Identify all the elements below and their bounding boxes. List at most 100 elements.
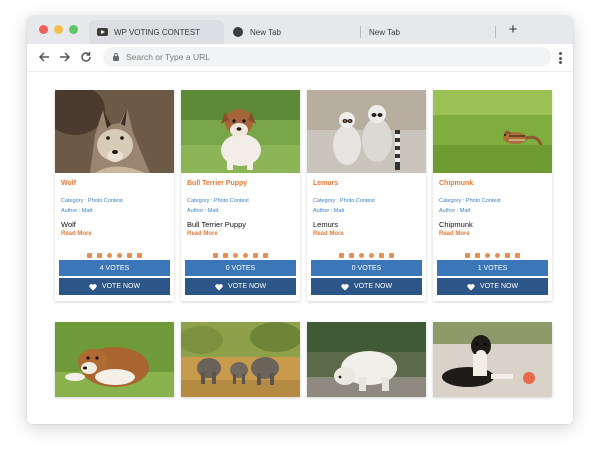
menu-dot	[558, 61, 562, 64]
heart-icon	[215, 283, 223, 291]
pinterest-icon[interactable]	[359, 252, 364, 258]
contest-entry-chipmunk: Chipmunk Category : Photo Contest Author…	[433, 90, 552, 301]
entry-photo-chipmunk[interactable]	[433, 90, 552, 173]
heart-icon	[89, 283, 97, 291]
reddit-icon[interactable]	[495, 252, 500, 258]
entry-photo-border-collie[interactable]	[433, 322, 552, 397]
entry-category[interactable]: Category : Photo Contest	[313, 196, 420, 206]
entry-title[interactable]: Chipmunk	[439, 180, 546, 187]
share-icons	[439, 251, 546, 259]
vote-now-button[interactable]: VOTE NOW	[311, 278, 422, 295]
tab-divider	[495, 26, 496, 38]
tab-new-tab-2[interactable]: New Tab	[367, 20, 495, 44]
vote-now-button[interactable]: VOTE NOW	[437, 278, 548, 295]
maximize-window-button[interactable]	[69, 25, 78, 34]
read-more-link[interactable]: Read More	[187, 231, 294, 237]
back-button[interactable]	[37, 50, 51, 64]
entry-photo-puppy[interactable]	[55, 322, 174, 397]
vote-now-button[interactable]: VOTE NOW	[59, 278, 170, 295]
heart-icon	[341, 283, 349, 291]
contest-entry-elephants-photo	[181, 322, 300, 397]
entry-name: Chipmunk	[439, 220, 473, 229]
vote-now-button[interactable]: VOTE NOW	[185, 278, 296, 295]
url-input[interactable]	[126, 52, 506, 62]
arrow-right-icon	[60, 52, 71, 62]
entry-photo-lemurs[interactable]	[307, 90, 426, 173]
tab-wp-voting-contest[interactable]: WP VOTING CONTEST	[89, 20, 224, 44]
vote-now-label: VOTE NOW	[479, 283, 519, 290]
reddit-icon[interactable]	[117, 252, 122, 258]
facebook-icon[interactable]	[213, 252, 218, 258]
entry-author[interactable]: Author : Matt	[61, 206, 168, 216]
reddit-icon[interactable]	[243, 252, 248, 258]
page-content: Wolf Category : Photo Contest Author : M…	[27, 73, 573, 424]
reload-button[interactable]	[79, 50, 93, 64]
entry-title[interactable]: Lemurs	[313, 180, 420, 187]
lock-icon	[113, 52, 119, 61]
tumblr-icon[interactable]	[263, 252, 268, 258]
menu-dot	[558, 56, 562, 60]
contest-entry-puppy-photo	[55, 322, 174, 397]
entry-author[interactable]: Author : Matt	[439, 206, 546, 216]
vote-count: 0 VOTES	[311, 260, 422, 276]
pinterest-icon[interactable]	[485, 252, 490, 258]
entry-author[interactable]: Author : Matt	[187, 206, 294, 216]
tab-divider	[360, 26, 361, 38]
minimize-window-button[interactable]	[54, 25, 63, 34]
arrow-left-icon	[38, 52, 49, 62]
contest-entry-border-collie-photo	[433, 322, 552, 397]
vote-now-label: VOTE NOW	[101, 283, 141, 290]
contest-entry-polar-bear-photo	[307, 322, 426, 397]
address-bar[interactable]	[103, 47, 551, 67]
share-icons	[187, 251, 294, 259]
browser-toolbar	[27, 44, 573, 72]
tumblr-icon[interactable]	[137, 252, 142, 258]
reddit-icon[interactable]	[369, 252, 374, 258]
twitter-icon[interactable]	[97, 252, 102, 258]
linkedin-icon[interactable]	[253, 252, 258, 258]
pinterest-icon[interactable]	[233, 252, 238, 258]
browser-menu-button[interactable]	[558, 52, 562, 64]
close-window-button[interactable]	[39, 25, 48, 34]
youtube-icon	[97, 28, 108, 36]
linkedin-icon[interactable]	[379, 252, 384, 258]
tumblr-icon[interactable]	[389, 252, 394, 258]
linkedin-icon[interactable]	[127, 252, 132, 258]
entry-name: Bull Terrier Puppy	[187, 220, 247, 229]
entry-author[interactable]: Author : Matt	[313, 206, 420, 216]
pinterest-icon[interactable]	[107, 252, 112, 258]
share-icons	[61, 251, 168, 259]
read-more-link[interactable]: Read More	[313, 231, 420, 237]
vote-count: 0 VOTES	[185, 260, 296, 276]
twitter-icon[interactable]	[475, 252, 480, 258]
new-tab-button[interactable]: +	[505, 22, 521, 38]
plus-icon: +	[508, 21, 518, 38]
vote-now-label: VOTE NOW	[353, 283, 393, 290]
globe-icon	[233, 27, 243, 37]
read-more-link[interactable]: Read More	[439, 231, 546, 237]
entry-photo-wolf[interactable]	[55, 90, 174, 173]
entry-title[interactable]: Wolf	[61, 180, 168, 187]
forward-button[interactable]	[58, 50, 72, 64]
tab-new-tab-1[interactable]: New Tab	[230, 20, 360, 44]
entry-category[interactable]: Category : Photo Contest	[439, 196, 546, 206]
heart-icon	[467, 283, 475, 291]
entry-category[interactable]: Category : Photo Contest	[187, 196, 294, 206]
vote-now-label: VOTE NOW	[227, 283, 267, 290]
entry-category[interactable]: Category : Photo Contest	[61, 196, 168, 206]
entry-photo-elephants[interactable]	[181, 322, 300, 397]
facebook-icon[interactable]	[87, 252, 92, 258]
twitter-icon[interactable]	[223, 252, 228, 258]
entry-title[interactable]: Bull Terrier Puppy	[187, 180, 294, 187]
facebook-icon[interactable]	[339, 252, 344, 258]
twitter-icon[interactable]	[349, 252, 354, 258]
read-more-link[interactable]: Read More	[61, 231, 168, 237]
linkedin-icon[interactable]	[505, 252, 510, 258]
tumblr-icon[interactable]	[515, 252, 520, 258]
contest-entry-wolf: Wolf Category : Photo Contest Author : M…	[55, 90, 174, 301]
contest-entry-lemurs: Lemurs Category : Photo Contest Author :…	[307, 90, 426, 301]
facebook-icon[interactable]	[465, 252, 470, 258]
entry-photo-polar-bear[interactable]	[307, 322, 426, 397]
entry-photo-bull-terrier-puppy[interactable]	[181, 90, 300, 173]
share-icons	[313, 251, 420, 259]
